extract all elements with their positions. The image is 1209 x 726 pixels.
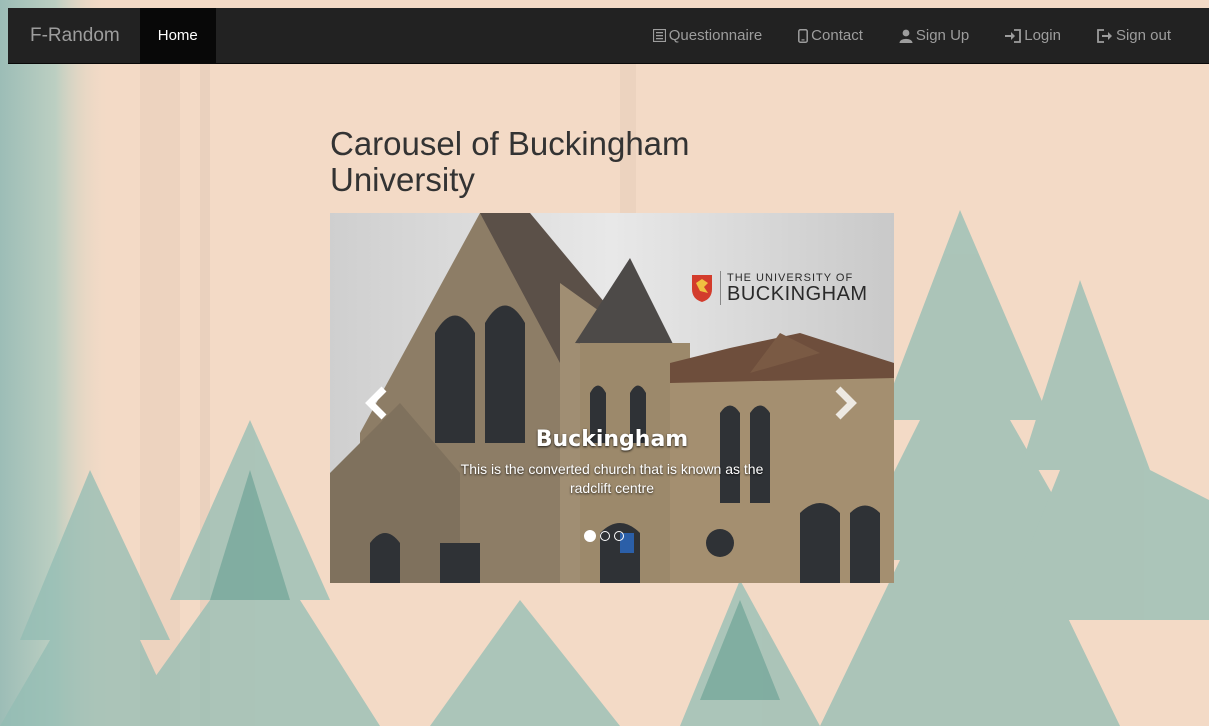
logo-line-2: BUCKINGHAM	[727, 282, 868, 305]
university-logo: THE UNIVERSITY OF BUCKINGHAM	[690, 271, 868, 305]
caption-title: Buckingham	[535, 427, 689, 452]
chevron-right-icon	[835, 386, 857, 420]
chevron-left-icon	[365, 386, 387, 420]
image-carousel: THE UNIVERSITY OF BUCKINGHAM Buckingham …	[330, 213, 894, 583]
nav-item-label: Sign out	[1115, 27, 1171, 44]
crest-icon	[692, 275, 712, 302]
page-title: Carousel of Buckingham University	[330, 125, 690, 198]
carousel-indicator-1[interactable]	[584, 530, 596, 542]
carousel-prev-button[interactable]	[358, 383, 398, 423]
nav-item-questionnaire[interactable]: Questionnaire	[635, 8, 780, 63]
logo-line-1: THE UNIVERSITY OF	[727, 271, 854, 284]
nav-item-sign-out[interactable]: Sign out	[1079, 8, 1189, 63]
nav-item-sign-up[interactable]: Sign Up	[881, 8, 987, 63]
nav-item-label: Questionnaire	[668, 27, 763, 44]
logout-icon	[1097, 28, 1112, 43]
carousel-next-button[interactable]	[824, 383, 864, 423]
user-icon	[899, 29, 913, 43]
nav-item-home[interactable]: Home	[139, 8, 216, 63]
caption-text: This is the converted church that is kno…	[460, 461, 764, 496]
phone-icon	[798, 28, 809, 43]
carousel-slide-image	[330, 213, 894, 583]
navbar-brand[interactable]: F-Random	[8, 8, 140, 63]
login-icon	[1005, 28, 1022, 43]
carousel-caption: Buckingham This is the converted church …	[440, 427, 784, 498]
carousel-indicator-3[interactable]	[614, 531, 624, 541]
nav-item-login[interactable]: Login	[987, 8, 1079, 63]
nav-item-label: Sign Up	[915, 27, 970, 44]
nav-item-label: Login	[1024, 27, 1061, 44]
nav-right-group: Questionnaire Contact Sign Up Login Sign…	[635, 8, 1209, 63]
nav-item-label: Contact	[811, 27, 863, 44]
carousel-indicator-2[interactable]	[600, 531, 610, 541]
list-alt-icon	[652, 29, 666, 42]
carousel-indicators	[584, 530, 624, 542]
top-navbar: F-Random Home Questionnaire Contact Sign…	[8, 8, 1209, 64]
nav-item-contact[interactable]: Contact	[780, 8, 881, 63]
